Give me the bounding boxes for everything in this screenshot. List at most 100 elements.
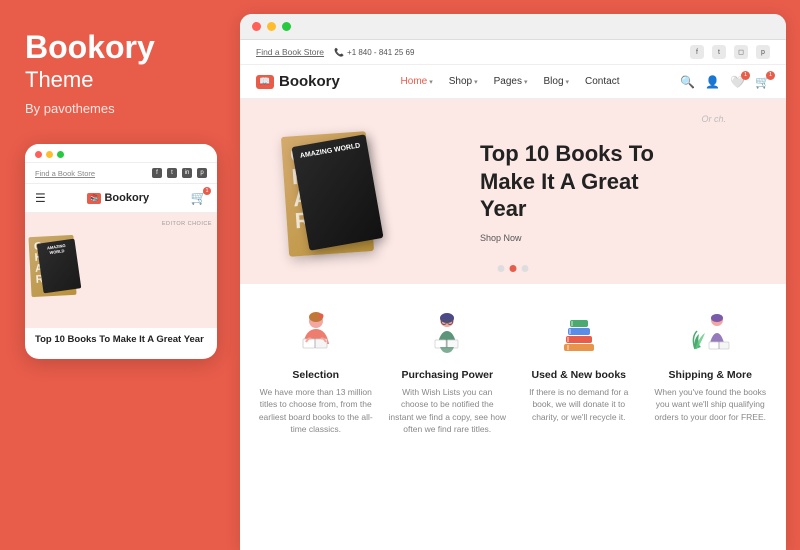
site-hero: CHAR AMAZING WORLD Or ch. Top 10 Books T…	[240, 99, 786, 284]
mobile-header: ☰ 📚 Bookory 🛒 1	[25, 184, 217, 213]
nav-contact[interactable]: Contact	[585, 76, 619, 87]
wishlist-icon[interactable]: 🤍 1	[730, 75, 745, 89]
feature-used-new: Used & New books If there is no demand f…	[519, 306, 639, 534]
mobile-cart-icon[interactable]: 🛒 1	[191, 190, 207, 206]
nav-home[interactable]: Home ▾	[401, 76, 433, 87]
mobile-hero-heading: Top 10 Books To Make It A Great Year	[35, 334, 207, 346]
mobile-logo-icon: 📚	[87, 193, 101, 204]
browser-chrome	[240, 14, 786, 40]
selection-icon	[291, 309, 341, 359]
used-new-icon	[554, 309, 604, 359]
find-store-link[interactable]: Find a Book Store	[256, 47, 324, 57]
mobile-instagram-icon: in	[182, 168, 192, 178]
site-topbar: Find a Book Store 📞 +1 840 - 841 25 69 f…	[240, 40, 786, 65]
brand-subtitle: Theme	[25, 67, 93, 93]
feature-selection-title: Selection	[292, 369, 339, 381]
site-nav-links: Home ▾ Shop ▾ Pages ▾ Blog ▾ Contact	[401, 76, 620, 87]
hero-heading: Top 10 Books To Make It A Great Year	[480, 140, 690, 223]
cart-badge: 1	[766, 71, 775, 80]
mobile-social-icons: f t in p	[152, 168, 207, 178]
hero-tag: Or ch.	[701, 114, 726, 124]
hero-dot-1[interactable]	[498, 265, 505, 272]
site-nav: 📖 Bookory Home ▾ Shop ▾ Pages ▾ Blog	[240, 65, 786, 99]
mobile-topbar: Find a Book Store f t in p	[25, 163, 217, 184]
feature-used-new-desc: If there is no demand for a book, we wil…	[519, 386, 639, 423]
hero-cta-text[interactable]: Shop Now	[480, 233, 690, 243]
site-logo-text: Bookory	[279, 73, 340, 90]
mobile-titlebar	[25, 144, 217, 163]
nav-shop-chevron: ▾	[474, 78, 478, 86]
phone-info: 📞 +1 840 - 841 25 69	[334, 48, 414, 57]
purchasing-icon	[422, 309, 472, 359]
phone-number: +1 840 - 841 25 69	[347, 48, 414, 57]
feature-purchasing: Purchasing Power With Wish Lists you can…	[388, 306, 508, 534]
mobile-dot-green	[57, 151, 64, 158]
feature-shipping-title: Shipping & More	[669, 369, 752, 381]
mobile-book-dark: AMAZINGWORLD	[37, 239, 82, 294]
features-section: Selection We have more than 13 million t…	[240, 284, 786, 550]
mobile-book-title: AMAZINGWORLD	[40, 243, 73, 257]
mobile-hero: CHAR AMAZINGWORLD EDITOR CHOICE	[25, 213, 217, 328]
left-panel: Bookory Theme By pavothemes Find a Book …	[0, 0, 240, 550]
hero-books-area: CHAR AMAZING WORLD	[270, 99, 470, 284]
mobile-facebook-icon: f	[152, 168, 162, 178]
mobile-editor-tag: EDITOR CHOICE	[162, 221, 212, 227]
search-icon[interactable]: 🔍	[680, 75, 695, 89]
shipping-icon	[685, 309, 735, 359]
feature-selection: Selection We have more than 13 million t…	[256, 306, 376, 534]
nav-blog[interactable]: Blog ▾	[543, 76, 569, 87]
site-logo-icon: 📖	[256, 75, 274, 89]
browser-dot-red[interactable]	[252, 22, 261, 31]
browser-mockup: Find a Book Store 📞 +1 840 - 841 25 69 f…	[240, 14, 786, 550]
mobile-logo-text: Bookory	[104, 192, 149, 204]
hero-dots	[498, 265, 529, 272]
feature-shipping: Shipping & More When you've found the bo…	[651, 306, 771, 534]
wishlist-badge: 1	[741, 71, 750, 80]
hero-dot-3[interactable]	[522, 265, 529, 272]
mobile-cart-badge: 1	[203, 187, 211, 195]
instagram-icon[interactable]: ◻	[734, 45, 748, 59]
by-line: By pavothemes	[25, 101, 115, 116]
mobile-pinterest-icon: p	[197, 168, 207, 178]
mobile-window-dots	[35, 151, 64, 158]
user-icon[interactable]: 👤	[705, 75, 720, 89]
facebook-icon[interactable]: f	[690, 45, 704, 59]
cart-icon[interactable]: 🛒 1	[755, 75, 770, 89]
feature-purchasing-icon-area	[417, 306, 477, 361]
nav-shop[interactable]: Shop ▾	[449, 76, 478, 87]
twitter-icon[interactable]: t	[712, 45, 726, 59]
nav-pages-chevron: ▾	[524, 78, 528, 86]
phone-icon: 📞	[334, 48, 344, 57]
mobile-mockup: Find a Book Store f t in p ☰ 📚 Bookory 🛒…	[25, 144, 217, 358]
feature-selection-icon-area	[286, 306, 346, 361]
feature-shipping-desc: When you've found the books you want we'…	[651, 386, 771, 423]
brand-title: Bookory	[25, 30, 155, 65]
site-topbar-right: f t ◻ p	[690, 45, 770, 59]
mobile-menu-icon[interactable]: ☰	[35, 191, 46, 205]
site-logo: 📖 Bookory	[256, 73, 340, 90]
mobile-dot-red	[35, 151, 42, 158]
hero-book-3d: CHAR AMAZING WORLD	[270, 112, 450, 272]
nav-blog-chevron: ▾	[566, 78, 570, 86]
hero-dot-2[interactable]	[510, 265, 517, 272]
feature-shipping-icon-area	[680, 306, 740, 361]
mobile-logo: 📚 Bookory	[87, 192, 149, 204]
feature-used-new-title: Used & New books	[531, 369, 626, 381]
feature-used-new-icon-area	[549, 306, 609, 361]
browser-dot-yellow[interactable]	[267, 22, 276, 31]
feature-purchasing-title: Purchasing Power	[401, 369, 493, 381]
feature-purchasing-desc: With Wish Lists you can choose to be not…	[388, 386, 508, 435]
feature-selection-desc: We have more than 13 million titles to c…	[256, 386, 376, 435]
hero-text-area: Top 10 Books To Make It A Great Year Sho…	[480, 140, 690, 243]
mobile-dot-yellow	[46, 151, 53, 158]
site-nav-actions: 🔍 👤 🤍 1 🛒 1	[680, 75, 770, 89]
browser-dot-green[interactable]	[282, 22, 291, 31]
nav-pages[interactable]: Pages ▾	[494, 76, 528, 87]
mobile-hero-text-area: Top 10 Books To Make It A Great Year	[25, 328, 217, 348]
website-content: Find a Book Store 📞 +1 840 - 841 25 69 f…	[240, 40, 786, 550]
mobile-twitter-icon: t	[167, 168, 177, 178]
mobile-find-store-link[interactable]: Find a Book Store	[35, 169, 95, 178]
pinterest-icon[interactable]: p	[756, 45, 770, 59]
site-topbar-left: Find a Book Store 📞 +1 840 - 841 25 69	[256, 47, 414, 57]
nav-home-chevron: ▾	[429, 78, 433, 86]
